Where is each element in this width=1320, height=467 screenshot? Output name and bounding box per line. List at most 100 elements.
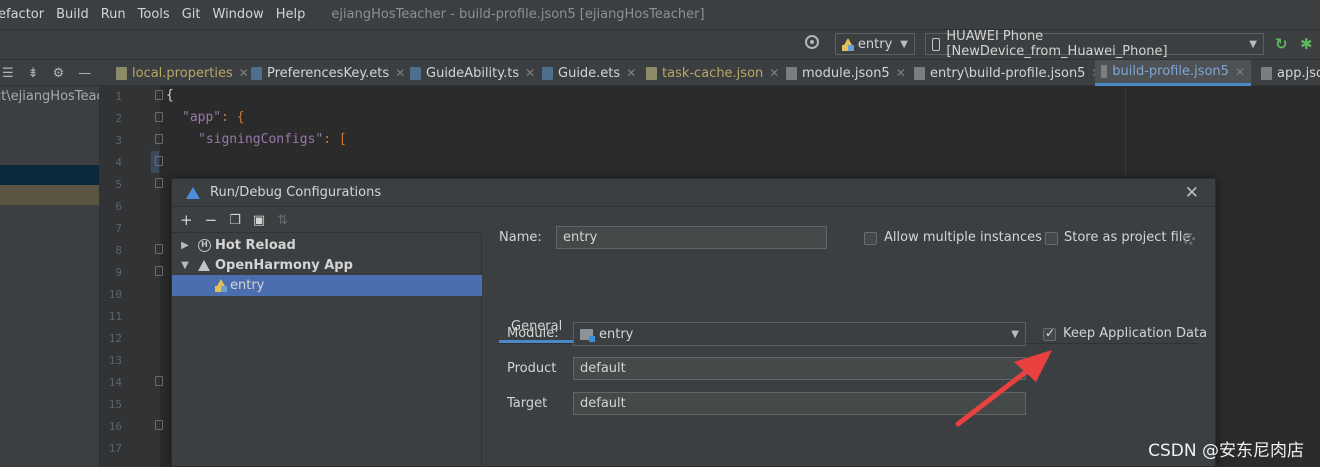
copy-icon[interactable]: ❐ xyxy=(229,213,241,228)
expand-all-icon[interactable]: ⇟ xyxy=(28,66,39,81)
code-line-2: "app": { xyxy=(182,110,245,125)
tab-task-cache[interactable]: task-cache.json ✕ xyxy=(640,60,785,86)
menu-refactor[interactable]: efactor xyxy=(0,7,50,22)
entry-icon xyxy=(215,279,227,292)
hot-reload-icon: H xyxy=(198,239,211,252)
line-number: 2 xyxy=(115,112,122,125)
name-field[interactable]: entry xyxy=(556,226,827,249)
config-form: Name: entry Allow multiple instances Sto… xyxy=(483,208,1215,466)
dialog-title-bar[interactable]: Run/Debug Configurations ✕ xyxy=(172,179,1215,207)
line-number: 12 xyxy=(108,332,122,345)
device-select[interactable]: HUAWEI Phone [NewDevice_from_Huawei_Phon… xyxy=(925,29,1264,59)
close-icon[interactable]: ✕ xyxy=(769,66,779,80)
keep-data-checkbox[interactable] xyxy=(1043,326,1056,341)
fold-marker-icon[interactable] xyxy=(155,244,163,254)
editor-tab-strip: ☰ ⇟ ⚙ — local.properties ✕ PreferencesKe… xyxy=(0,59,1320,86)
hide-icon[interactable]: — xyxy=(78,66,91,81)
target-field[interactable]: default xyxy=(573,392,1026,415)
menu-window[interactable]: Window xyxy=(207,7,270,22)
deveco-logo-icon xyxy=(186,186,200,199)
selected-tree-row[interactable] xyxy=(0,165,99,185)
close-icon[interactable]: ✕ xyxy=(1185,183,1199,203)
close-icon[interactable]: ✕ xyxy=(1235,65,1245,79)
tree-label: Hot Reload xyxy=(215,238,296,253)
remove-icon[interactable]: − xyxy=(205,211,218,229)
line-number: 14 xyxy=(108,376,122,389)
tab-label: module.json5 xyxy=(802,65,890,81)
close-icon[interactable]: ✕ xyxy=(525,66,535,80)
tab-preferenceskey[interactable]: PreferencesKey.ets ✕ xyxy=(245,60,411,86)
run-config-select[interactable]: entry ▼ xyxy=(835,33,915,55)
line-number: 13 xyxy=(108,354,122,367)
module-value: entry xyxy=(599,326,634,342)
tree-item-openharmony[interactable]: ▼ OpenHarmony App xyxy=(172,255,482,276)
debug-bug-icon[interactable]: ✱ xyxy=(1300,35,1313,53)
menu-run[interactable]: Run xyxy=(95,7,132,22)
line-number: 1 xyxy=(115,90,122,103)
menu-git[interactable]: Git xyxy=(176,7,207,22)
gear-icon[interactable]: ⚙ xyxy=(53,66,65,81)
fold-marker-icon[interactable] xyxy=(155,376,163,386)
tab-module-json5[interactable]: module.json5 ✕ xyxy=(780,60,912,86)
fold-marker-icon[interactable] xyxy=(155,156,163,166)
chevron-down-icon[interactable]: ▼ xyxy=(178,260,192,271)
run-config-label: entry xyxy=(857,36,893,52)
fold-marker-icon[interactable] xyxy=(155,178,163,188)
tab-build-profile[interactable]: build-profile.json5 ✕ xyxy=(1095,60,1251,86)
tab-guide[interactable]: Guide.ets ✕ xyxy=(536,60,642,86)
ets-file-icon xyxy=(251,66,262,80)
menu-tools[interactable]: Tools xyxy=(132,7,176,22)
allow-multiple-checkbox[interactable] xyxy=(864,232,877,245)
line-number: 8 xyxy=(115,244,122,257)
chevron-down-icon: ▼ xyxy=(1011,328,1019,340)
module-select[interactable]: entry ▼ xyxy=(573,322,1026,346)
fold-marker-icon[interactable] xyxy=(155,90,163,100)
tab-app-json[interactable]: app.json xyxy=(1255,60,1320,86)
add-icon[interactable]: + xyxy=(180,211,193,229)
tree-item-entry[interactable]: entry xyxy=(172,275,482,296)
menu-help[interactable]: Help xyxy=(270,7,312,22)
json5-file-icon xyxy=(914,66,925,80)
tab-guideability[interactable]: GuideAbility.ts ✕ xyxy=(404,60,541,86)
product-field[interactable]: default xyxy=(573,357,1026,380)
product-label: Product xyxy=(507,361,557,376)
chevron-right-icon[interactable]: ▶ xyxy=(178,240,192,251)
close-icon[interactable]: ✕ xyxy=(896,66,906,80)
menu-build[interactable]: Build xyxy=(50,7,95,22)
fold-marker-icon[interactable] xyxy=(155,420,163,430)
json5-file-icon xyxy=(1261,66,1272,80)
tree-item-hot-reload[interactable]: ▶ H Hot Reload xyxy=(172,235,482,256)
name-label: Name: xyxy=(499,230,542,245)
refresh-icon[interactable]: ↻ xyxy=(1275,35,1288,53)
chevron-down-icon: ▼ xyxy=(1249,38,1257,50)
fold-marker-icon[interactable] xyxy=(155,266,163,276)
folder-add-icon[interactable]: ▣ xyxy=(253,213,265,228)
gear-icon[interactable] xyxy=(1183,233,1195,245)
tab-label: entry\build-profile.json5 xyxy=(930,65,1086,81)
file-icon xyxy=(116,66,127,80)
sort-icon[interactable]: ⇅ xyxy=(277,213,288,228)
device-label: HUAWEI Phone [NewDevice_from_Huawei_Phon… xyxy=(946,29,1168,59)
json-punct: : { xyxy=(221,110,245,125)
fold-marker-icon[interactable] xyxy=(155,134,163,144)
ts-file-icon xyxy=(410,66,421,80)
line-number: 5 xyxy=(115,178,122,191)
main-toolbar: entry ▼ HUAWEI Phone [NewDevice_from_Hua… xyxy=(0,29,1320,59)
collapse-all-icon[interactable]: ☰ xyxy=(2,66,14,81)
watermark: CSDN @安东尼肉店 xyxy=(1148,441,1304,461)
tab-entry-build-profile[interactable]: entry\build-profile.json5 ✕ xyxy=(908,60,1108,86)
line-number: 4 xyxy=(115,156,122,169)
store-project-checkbox[interactable] xyxy=(1045,232,1058,245)
json-punct: : [ xyxy=(323,132,347,147)
target-icon[interactable] xyxy=(805,35,819,49)
keep-data-label: Keep Application Data xyxy=(1063,326,1208,341)
line-number: 7 xyxy=(115,222,122,235)
fold-marker-icon[interactable] xyxy=(155,112,163,122)
ets-file-icon xyxy=(542,66,553,80)
close-icon[interactable]: ✕ xyxy=(626,66,636,80)
highlighted-tree-row[interactable] xyxy=(0,185,99,205)
line-number: 6 xyxy=(115,200,122,213)
dialog-title: Run/Debug Configurations xyxy=(210,185,382,200)
module-label: Module: xyxy=(507,326,559,341)
tab-local-properties[interactable]: local.properties ✕ xyxy=(110,60,255,86)
